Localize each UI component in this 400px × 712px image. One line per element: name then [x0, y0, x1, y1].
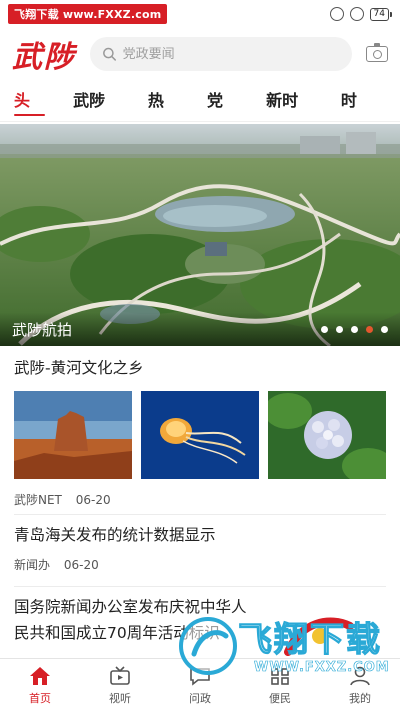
carousel-dots	[321, 325, 388, 333]
service-icon	[271, 668, 289, 685]
wifi-icon	[349, 7, 364, 21]
chat-icon	[190, 668, 210, 686]
news-meta: 武陟NET 06-20	[14, 491, 386, 508]
nav-mine[interactable]: 我的	[320, 659, 400, 712]
app-logo[interactable]: 武陟	[12, 32, 90, 76]
tab-toutiao[interactable]: 头条	[14, 80, 46, 152]
bottom-navigation: 首页 视听 问政 便民 我的	[0, 658, 400, 712]
tab-shizheng[interactable]: 时政	[341, 80, 372, 152]
news-date: 06-20	[75, 493, 111, 507]
app-header: 武陟	[0, 28, 400, 80]
nav-label: 问政	[189, 692, 211, 705]
channel-tabs: 头条 武陟号 热点 党建 新时代 时政	[0, 80, 400, 152]
news-title[interactable]: 武陟-黄河文化之乡	[14, 355, 386, 381]
carousel-dot-active[interactable]	[366, 325, 373, 333]
tab-dangjian[interactable]: 党建	[207, 80, 238, 152]
tab-xinshidai[interactable]: 新时代	[266, 80, 313, 152]
hero-caption-bar: 武陟航拍	[0, 312, 400, 346]
nav-label: 首页	[29, 692, 51, 705]
news-thumbnails	[14, 391, 386, 479]
news-title[interactable]: 青岛海关发布的统计数据显示	[14, 522, 386, 548]
hero-title[interactable]: 武陟航拍	[12, 319, 72, 340]
battery-level: 74	[369, 7, 389, 21]
news-item[interactable]: 武陟-黄河文化之乡 武陟NET 06-20	[0, 355, 400, 508]
desert-butte-image[interactable]	[14, 391, 132, 479]
camera-icon[interactable]	[366, 43, 388, 62]
tab-redian[interactable]: 热点	[148, 80, 179, 152]
search-input[interactable]	[122, 46, 340, 62]
jellyfish-image[interactable]	[141, 391, 259, 479]
nav-label: 便民	[269, 692, 291, 705]
user-icon	[350, 666, 370, 686]
news-title[interactable]: 国务院新闻办公室发布庆祝中华人民共和国成立70周年活动标识	[14, 594, 250, 646]
search-icon	[103, 47, 116, 61]
carousel-dot[interactable]	[336, 325, 343, 333]
alarm-icon	[329, 7, 344, 21]
status-icons: 74	[329, 7, 392, 21]
nav-audiovisual[interactable]: 视听	[80, 659, 160, 712]
news-source: 武陟NET	[14, 493, 62, 507]
hydrangea-image[interactable]	[268, 391, 386, 479]
nav-label: 我的	[349, 692, 371, 705]
celebration-logo-image	[280, 612, 360, 656]
hero-carousel[interactable]: 武陟航拍	[0, 124, 400, 346]
search-bar[interactable]	[90, 37, 352, 71]
tv-icon	[110, 666, 130, 685]
nav-bianmin[interactable]: 便民	[240, 659, 320, 712]
status-bar: 飞翔下载 www.FXXZ.com 74	[0, 0, 400, 28]
battery-icon: 74	[369, 7, 392, 21]
nav-home[interactable]: 首页	[0, 659, 80, 712]
nav-label: 视听	[109, 692, 131, 705]
carousel-dot[interactable]	[381, 325, 388, 333]
news-source: 新闻办	[14, 558, 51, 572]
nav-wenzheng[interactable]: 问政	[160, 659, 240, 712]
divider	[14, 586, 386, 587]
status-watermark: 飞翔下载 www.FXXZ.com	[8, 4, 168, 24]
carousel-dot[interactable]	[321, 325, 328, 333]
home-icon	[30, 667, 50, 685]
news-date: 06-20	[63, 558, 99, 572]
carousel-dot[interactable]	[351, 325, 358, 333]
news-meta: 新闻办 06-20	[14, 556, 386, 573]
news-item[interactable]: 青岛海关发布的统计数据显示 新闻办 06-20	[0, 522, 400, 573]
divider	[14, 514, 386, 515]
tab-wuzhihao[interactable]: 武陟号	[73, 80, 120, 152]
